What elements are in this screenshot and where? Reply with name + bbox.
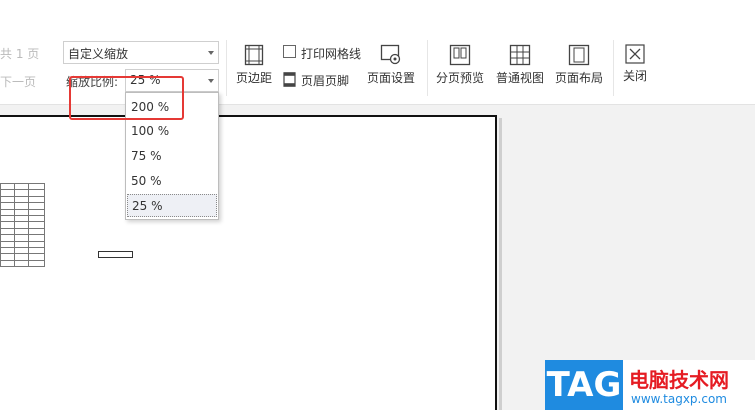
print-gridlines-checkbox[interactable]: 打印网格线 (283, 44, 363, 62)
zoom-option-75[interactable]: 75 % (127, 145, 217, 168)
page-layout-label: 页面布局 (554, 71, 603, 85)
page-setup-button[interactable]: 页面设置 (363, 44, 419, 86)
header-footer-label: 页眉页脚 (301, 74, 350, 88)
annotation-highlight-box (69, 76, 184, 120)
page-break-preview-icon (449, 44, 471, 66)
header-footer-icon (283, 72, 296, 87)
page-shadow (499, 118, 502, 410)
page-break-preview-button[interactable]: 分页预览 (433, 44, 487, 86)
watermark-title: 电脑技术网 (629, 368, 729, 392)
normal-view-button[interactable]: 普通视图 (493, 44, 547, 86)
close-preview-button[interactable]: 关闭 (618, 44, 652, 84)
print-preview-page (0, 115, 497, 410)
chevron-down-icon (208, 51, 214, 55)
print-gridlines-label: 打印网格线 (301, 47, 362, 61)
page-break-preview-label: 分页预览 (435, 71, 484, 85)
preview-mini-shape (98, 251, 133, 258)
watermark-logo: TAG (545, 360, 623, 410)
header-footer-button[interactable]: 页眉页脚 (283, 71, 355, 89)
next-page-button[interactable]: 下一页 (0, 73, 36, 90)
zoom-option-50[interactable]: 50 % (127, 170, 217, 193)
margins-button[interactable]: 页边距 (232, 44, 276, 86)
zoom-mode-select[interactable]: 自定义缩放 (63, 41, 219, 64)
page-setup-icon (380, 44, 401, 65)
watermark: TAG 电脑技术网 www.tagxp.com (545, 360, 755, 410)
table-row (0, 259, 45, 268)
toolbar-separator (613, 40, 614, 96)
page-layout-button[interactable]: 页面布局 (552, 44, 606, 86)
page-setup-label: 页面设置 (366, 71, 415, 85)
page-count-label: 共 1 页 (0, 47, 40, 61)
preview-mini-table (0, 182, 45, 268)
page-margin-icon (244, 44, 264, 66)
watermark-url: www.tagxp.com (631, 392, 727, 406)
toolbar-separator (427, 40, 428, 96)
margins-label: 页边距 (235, 71, 272, 85)
normal-view-icon (509, 44, 531, 66)
normal-view-label: 普通视图 (495, 71, 544, 85)
close-icon (625, 44, 645, 64)
chevron-down-icon (208, 79, 214, 83)
close-label: 关闭 (622, 69, 647, 83)
zoom-mode-value: 自定义缩放 (68, 47, 129, 61)
toolbar-separator (226, 40, 227, 96)
zoom-option-100[interactable]: 100 % (127, 120, 217, 143)
zoom-option-25[interactable]: 25 % (127, 194, 217, 217)
checkbox-icon (283, 45, 296, 58)
page-layout-icon (568, 44, 590, 66)
